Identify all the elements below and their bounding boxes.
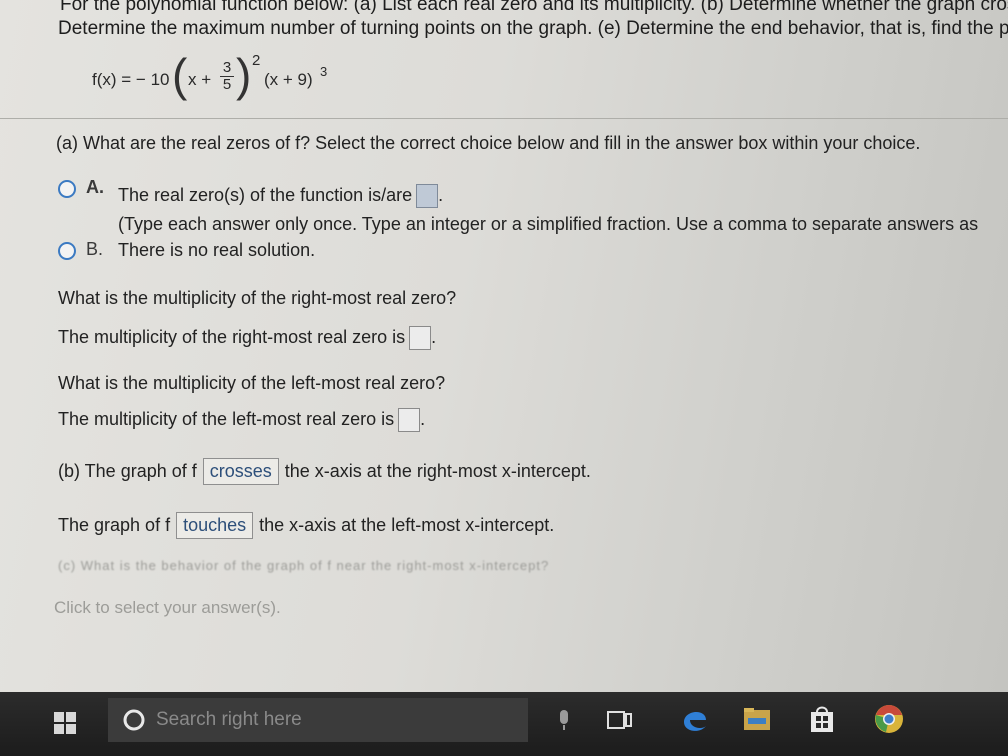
edge-browser-icon[interactable]: [680, 704, 710, 734]
zeros-answer-box[interactable]: [416, 184, 439, 208]
option-a-line: The real zero(s) of the function is/are.: [118, 184, 443, 208]
store-icon[interactable]: [808, 704, 836, 734]
part-b-line-1-suffix: the x-axis at the right-most x-intercept…: [284, 461, 591, 481]
search-placeholder: Search right here: [156, 709, 302, 730]
right-multiplicity-input[interactable]: [409, 326, 432, 350]
taskbar-search-box[interactable]: Search right here: [108, 698, 528, 742]
divider: [0, 118, 1008, 119]
left-multiplicity-input[interactable]: [398, 408, 421, 432]
cortana-icon: [123, 709, 145, 731]
option-a-text: The real zero(s) of the function is/are: [118, 184, 413, 205]
option-a-hint: (Type each answer only once. Type an int…: [118, 214, 979, 234]
inner-variable: x +: [188, 70, 212, 89]
right-paren: ): [236, 49, 252, 101]
part-b-line-2-prefix: The graph of f: [58, 515, 171, 535]
fraction-denominator: 5: [222, 76, 232, 93]
fraction: 3 5: [220, 60, 234, 93]
file-explorer-icon[interactable]: [742, 706, 772, 732]
instructions-line-2: Determine the maximum number of turning …: [58, 18, 1008, 39]
instructions-line-1: For the polynomial function below: (a) L…: [60, 0, 1008, 15]
touches-dropdown[interactable]: touches: [176, 512, 254, 539]
option-a-letter: A.: [86, 177, 104, 197]
left-multiplicity-question: What is the multiplicity of the left-mos…: [58, 373, 446, 393]
option-a-radio[interactable]: [58, 180, 76, 198]
crosses-dropdown[interactable]: crosses: [202, 458, 279, 485]
windows-taskbar: Search right here: [0, 692, 1008, 756]
part-a-question: (a) What are the real zeros of f? Select…: [56, 133, 921, 153]
option-b-text: There is no real solution.: [118, 240, 316, 260]
left-multiplicity-line: The multiplicity of the left-most real z…: [58, 408, 425, 432]
right-multiplicity-question: What is the multiplicity of the right-mo…: [58, 288, 457, 308]
chrome-icon[interactable]: [874, 704, 904, 734]
function-lhs: f(x) = − 10: [92, 70, 170, 89]
part-b-line-1: (b) The graph of f crosses the x-axis at t…: [58, 458, 591, 485]
second-factor: (x + 9): [264, 70, 313, 89]
option-b-radio[interactable]: [58, 242, 76, 260]
question-page: For the polynomial function below: (a) L…: [0, 0, 1008, 692]
function-expression: f(x) = − 10 ( x + 3 5 ) 2 (x + 9) 3: [92, 49, 392, 110]
exponent-1: 2: [252, 52, 261, 69]
microphone-icon[interactable]: [556, 708, 572, 732]
left-multiplicity-label: The multiplicity of the left-most real z…: [58, 408, 395, 429]
right-multiplicity-line: The multiplicity of the right-most real …: [58, 326, 436, 350]
part-b-line-2: The graph of f touches the x-axis at the l…: [58, 512, 554, 539]
option-b-letter: B.: [86, 239, 104, 259]
left-paren: (: [172, 49, 188, 101]
right-multiplicity-label: The multiplicity of the right-most real …: [58, 326, 406, 347]
windows-start-icon[interactable]: [54, 712, 76, 734]
part-b-line-2-suffix: the x-axis at the left-most x-intercept.: [259, 515, 555, 535]
exponent-2: 3: [320, 64, 328, 79]
select-answer-link[interactable]: Click to select your answer(s).: [54, 598, 281, 618]
fraction-numerator: 3: [220, 60, 234, 77]
part-b-line-1-prefix: (b) The graph of f: [58, 461, 197, 481]
part-c-question: (c) What is the behavior of the graph of…: [58, 558, 550, 573]
task-view-icon[interactable]: [606, 708, 634, 732]
